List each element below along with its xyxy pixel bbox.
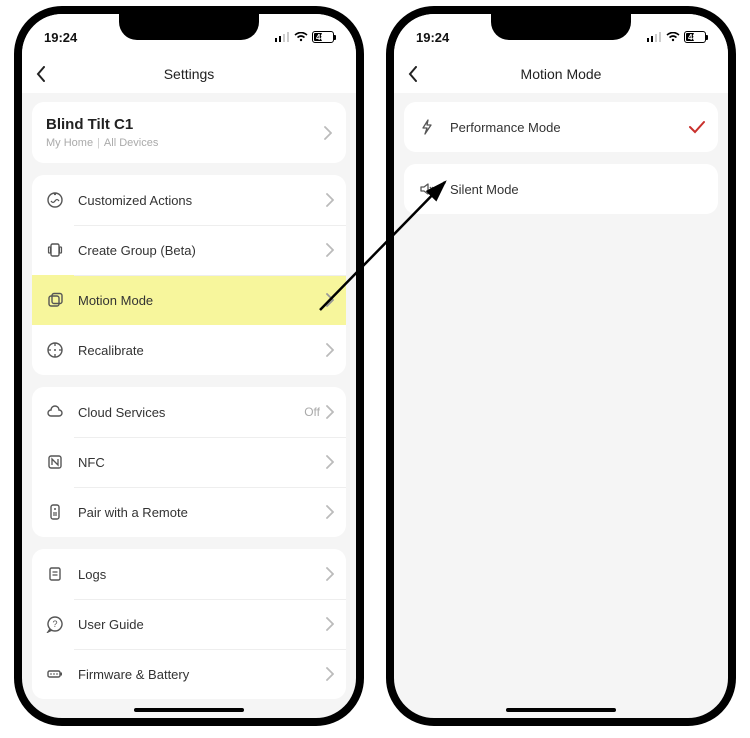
battery-icon: 48 xyxy=(684,31,706,43)
recal-icon xyxy=(44,339,66,361)
battery-icon: 48 xyxy=(312,31,334,43)
motion-content: Performance Mode Silent Mode xyxy=(394,94,728,234)
bolt-icon xyxy=(416,116,438,138)
chevron-right-icon xyxy=(326,505,334,519)
page-title: Settings xyxy=(164,66,215,82)
back-button[interactable] xyxy=(408,66,418,82)
chevron-left-icon xyxy=(36,66,46,82)
wifi-icon xyxy=(294,32,308,42)
row-meta: Off xyxy=(304,405,320,419)
row-label: Customized Actions xyxy=(78,193,326,208)
chevron-right-icon xyxy=(326,343,334,357)
chevron-right-icon xyxy=(326,243,334,257)
navbar-settings: Settings xyxy=(22,54,356,94)
notch xyxy=(491,14,631,40)
row-nfc[interactable]: NFC xyxy=(32,437,346,487)
chevron-right-icon xyxy=(326,667,334,681)
option-performance[interactable]: Performance Mode xyxy=(404,102,718,152)
remote-icon xyxy=(44,501,66,523)
navbar-motion: Motion Mode xyxy=(394,54,728,94)
home-indicator xyxy=(506,708,616,712)
phone-settings: 19:24 48 Settings Blind Tilt C1 My Home|… xyxy=(14,6,364,726)
chevron-right-icon xyxy=(326,405,334,419)
device-subtitle: My Home|All Devices xyxy=(46,137,158,149)
actions-icon xyxy=(44,189,66,211)
settings-group-services: Cloud Services Off NFC Pair with a Remot… xyxy=(32,387,346,537)
back-button[interactable] xyxy=(36,66,46,82)
row-motion-mode[interactable]: Motion Mode xyxy=(32,275,346,325)
phone-motion-mode: 19:24 48 Motion Mode Performance Mode xyxy=(386,6,736,726)
check-icon xyxy=(688,120,706,134)
battery-row-icon xyxy=(44,663,66,685)
row-pair-remote[interactable]: Pair with a Remote xyxy=(32,487,346,537)
row-label: Motion Mode xyxy=(78,293,326,308)
row-label: Pair with a Remote xyxy=(78,505,326,520)
chevron-right-icon xyxy=(324,126,332,140)
row-create-group[interactable]: Create Group (Beta) xyxy=(32,225,346,275)
status-time: 19:24 xyxy=(44,30,77,45)
row-cloud-services[interactable]: Cloud Services Off xyxy=(32,387,346,437)
option-silent[interactable]: Silent Mode xyxy=(404,164,718,214)
row-customized-actions[interactable]: Customized Actions xyxy=(32,175,346,225)
row-logs[interactable]: Logs xyxy=(32,549,346,599)
signal-icon xyxy=(647,32,662,42)
wifi-icon xyxy=(666,32,680,42)
device-name: Blind Tilt C1 xyxy=(46,116,158,133)
signal-icon xyxy=(275,32,290,42)
row-label: Logs xyxy=(78,567,326,582)
group-icon xyxy=(44,239,66,261)
chevron-right-icon xyxy=(326,567,334,581)
status-icons: 48 xyxy=(647,31,706,43)
home-indicator xyxy=(134,708,244,712)
chevron-right-icon xyxy=(326,193,334,207)
settings-group-info: Logs ? User Guide Firmware & Battery xyxy=(32,549,346,699)
row-label: Cloud Services xyxy=(78,405,304,420)
row-label: NFC xyxy=(78,455,326,470)
row-label: Firmware & Battery xyxy=(78,667,326,682)
chevron-right-icon xyxy=(326,617,334,631)
settings-content: Blind Tilt C1 My Home|All Devices Custom… xyxy=(22,94,356,719)
notch xyxy=(119,14,259,40)
row-label: Recalibrate xyxy=(78,343,326,358)
row-user-guide[interactable]: ? User Guide xyxy=(32,599,346,649)
chevron-right-icon xyxy=(326,455,334,469)
nfc-icon xyxy=(44,451,66,473)
settings-group-actions: Customized Actions Create Group (Beta) M… xyxy=(32,175,346,375)
mute-icon xyxy=(416,178,438,200)
cloud-icon xyxy=(44,401,66,423)
row-firmware-battery[interactable]: Firmware & Battery xyxy=(32,649,346,699)
row-label: User Guide xyxy=(78,617,326,632)
svg-text:?: ? xyxy=(52,619,57,629)
motion-icon xyxy=(44,289,66,311)
status-icons: 48 xyxy=(275,31,334,43)
status-time: 19:24 xyxy=(416,30,449,45)
chevron-left-icon xyxy=(408,66,418,82)
chevron-right-icon xyxy=(326,293,334,307)
option-label: Silent Mode xyxy=(450,182,706,197)
row-label: Create Group (Beta) xyxy=(78,243,326,258)
device-card[interactable]: Blind Tilt C1 My Home|All Devices xyxy=(32,102,346,163)
row-recalibrate[interactable]: Recalibrate xyxy=(32,325,346,375)
page-title: Motion Mode xyxy=(521,66,602,82)
help-icon: ? xyxy=(44,613,66,635)
option-label: Performance Mode xyxy=(450,120,688,135)
logs-icon xyxy=(44,563,66,585)
